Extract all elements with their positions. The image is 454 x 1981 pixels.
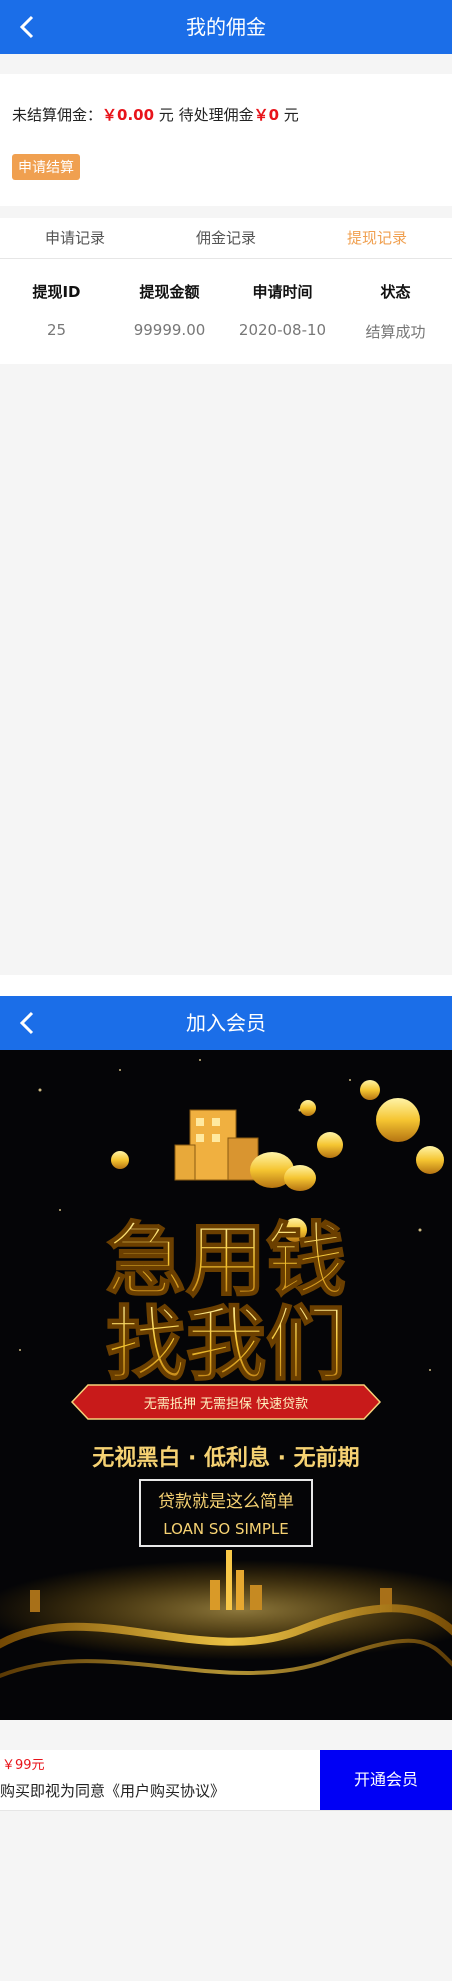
apply-settlement-button[interactable]: 申请结算 [12, 154, 80, 180]
page-title: 我的佣金 [186, 15, 266, 39]
poster-slogan: 无视黑白 · 低利息 · 无前期 [92, 1445, 359, 1471]
tab-commission-records[interactable]: 佣金记录 [151, 218, 301, 258]
summary-line: 未结算佣金：￥0.00 元 待处理佣金￥0 元 [12, 104, 299, 125]
headline-1: 急用钱 [106, 1213, 346, 1307]
open-membership-button[interactable]: 开通会员 [320, 1750, 452, 1810]
commission-summary: 未结算佣金：￥0.00 元 待处理佣金￥0 元 申请结算 [0, 74, 452, 206]
top-bar: 加入会员 [0, 996, 452, 1050]
pending-amount: ￥0 [253, 106, 280, 124]
table-cell-amount: 99999.00 [133, 321, 206, 339]
ribbon-banner: 无需抵押 无需担保 快速贷款 [70, 1384, 382, 1420]
table-cell-date: 2020-08-10 [238, 321, 327, 339]
column-header: 状态 [380, 283, 411, 301]
table-cell-status: 结算成功 [365, 323, 426, 341]
poster-box-line2: LOAN SO SIMPLE [163, 1520, 288, 1538]
unsettled-label: 未结算佣金： [12, 106, 103, 124]
poster-graphic: 急用钱 找我们 无需抵押 无需担保 快速贷款 无视黑白 · 低利息 · 无前期 … [0, 1050, 452, 1720]
column-header: 申请时间 [252, 283, 313, 301]
unit-label: 元 [154, 106, 179, 124]
top-bar: 我的佣金 [0, 0, 452, 54]
poster-box-line1: 贷款就是这么简单 [158, 1492, 294, 1512]
unit-label: 元 [279, 106, 299, 124]
ribbon-text: 无需抵押 无需担保 快速贷款 [144, 1397, 308, 1412]
column-header: 提现金额 [139, 283, 200, 301]
loan-poster: 急用钱 找我们 无需抵押 无需担保 快速贷款 无视黑白 · 低利息 · 无前期 … [0, 1050, 452, 1720]
withdraw-table: 提现ID 提现金额 申请时间 状态 25 99999.00 2020-08-10… [0, 259, 452, 364]
membership-screen: 加入会员 急用钱 找我们 无需抵押 无需担保 快速贷款 无视黑白 · 低利息 ·… [0, 996, 452, 1981]
unsettled-amount: ￥0.00 [102, 106, 155, 124]
purchase-bar: ￥99元 购买即视为同意《用户购买协议》 开通会员 [0, 1750, 452, 1811]
table-cell-id: 25 [46, 321, 67, 339]
tab-apply-records[interactable]: 申请记录 [0, 218, 150, 258]
commission-screen: 我的佣金 未结算佣金：￥0.00 元 待处理佣金￥0 元 申请结算 申请记录 佣… [0, 0, 452, 975]
column-header: 提现ID [32, 283, 81, 301]
tab-withdraw-records[interactable]: 提现记录 [302, 218, 452, 258]
record-tabs: 申请记录 佣金记录 提现记录 [0, 218, 452, 259]
pending-label: 待处理佣金 [178, 106, 254, 124]
membership-price: ￥99元 [2, 1758, 45, 1773]
headline-2: 找我们 [106, 1297, 346, 1391]
page-title: 加入会员 [186, 1011, 266, 1035]
agreement-text[interactable]: 购买即视为同意《用户购买协议》 [0, 1780, 225, 1801]
